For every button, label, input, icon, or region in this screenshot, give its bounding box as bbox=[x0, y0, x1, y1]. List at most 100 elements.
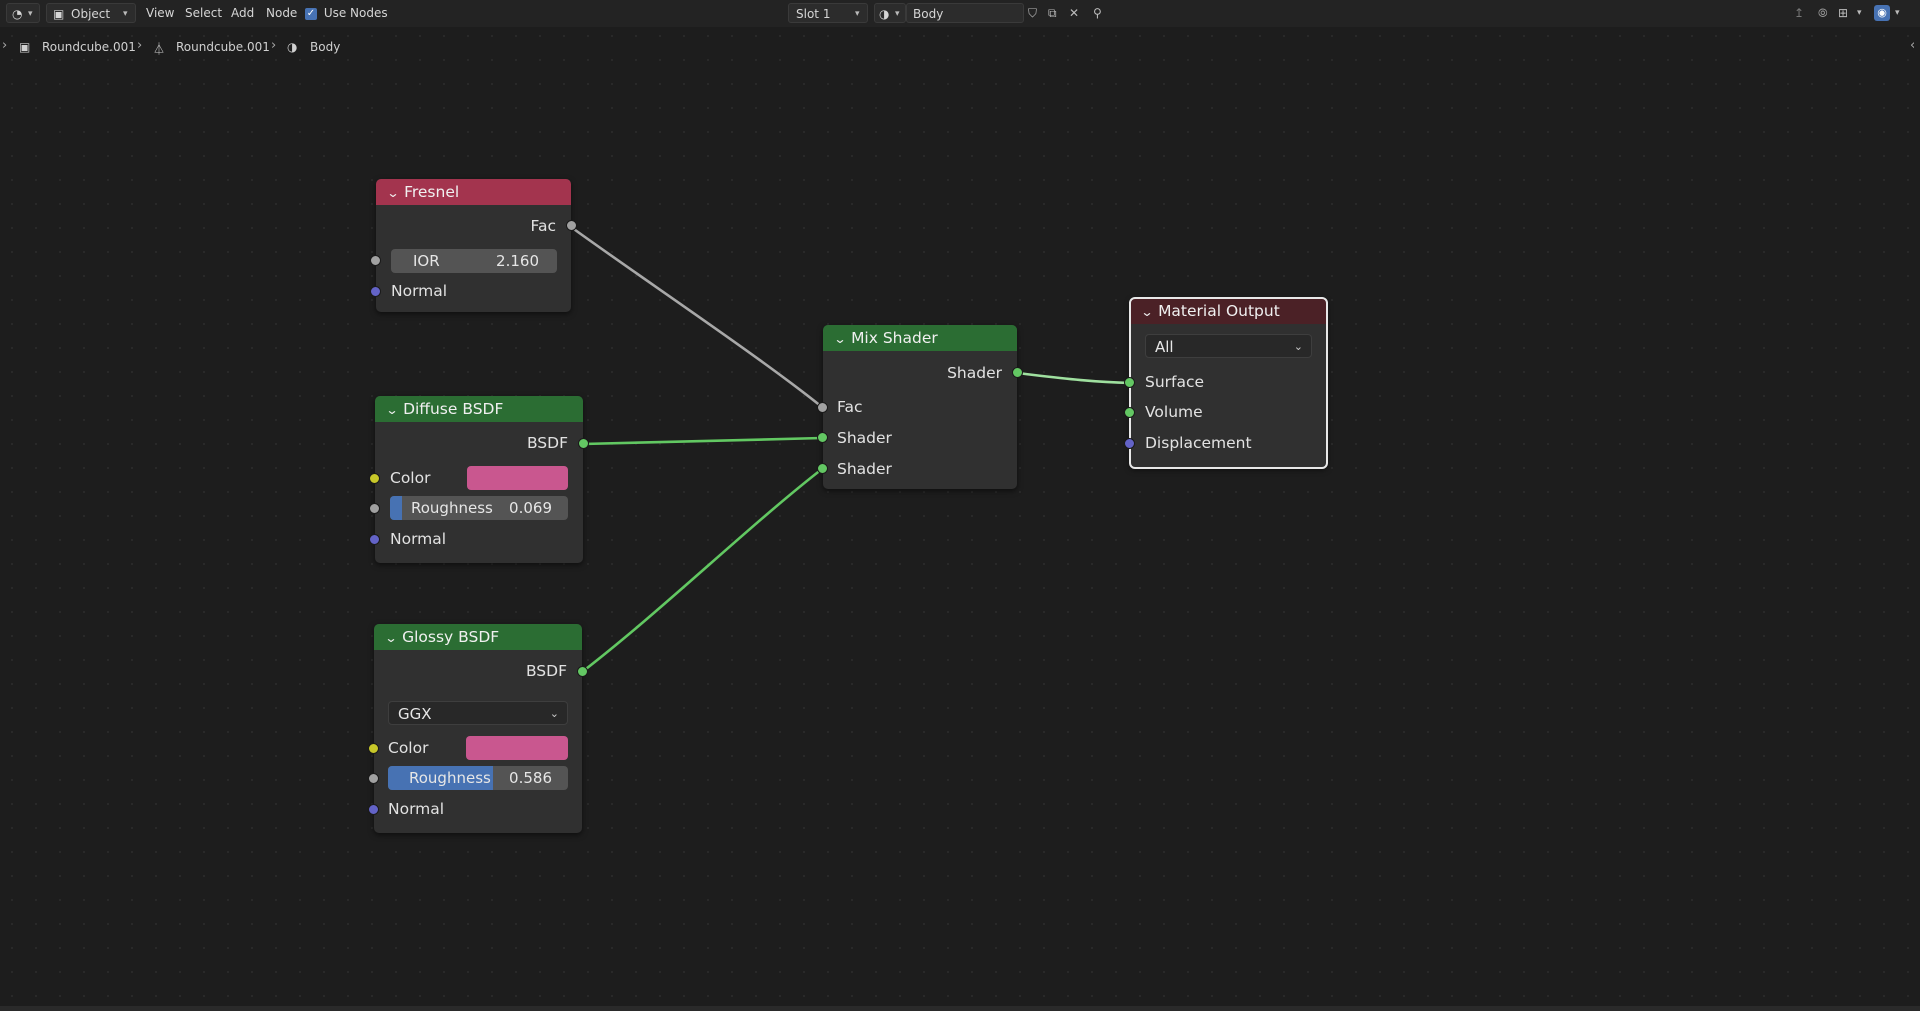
menu-select[interactable]: Select bbox=[185, 3, 222, 23]
node-header[interactable]: ⌄ Material Output bbox=[1130, 298, 1327, 324]
input-socket-ior[interactable] bbox=[370, 255, 381, 266]
header-bar: ◔ ▾ ▣ Object ▾ View Select Add Node ✓ Us… bbox=[0, 0, 1920, 27]
mix-shader-node[interactable]: ⌄ Mix Shader Shader Fac Shader Shader bbox=[817, 325, 1023, 489]
slot-dropdown[interactable]: Slot 1 ▾ bbox=[788, 3, 868, 23]
node-title: Glossy BSDF bbox=[402, 628, 500, 646]
duplicate-material-icon[interactable]: ⧉ bbox=[1048, 3, 1057, 23]
ior-field[interactable]: IOR 2.160 bbox=[391, 249, 557, 273]
normal-label: Normal bbox=[388, 800, 445, 818]
snap-grid-icon[interactable]: ⊞ bbox=[1838, 3, 1848, 23]
distribution-dropdown[interactable]: GGX ⌄ bbox=[388, 701, 568, 725]
material-output-node[interactable]: ⌄ Material Output All ⌄ Surface Volume Di… bbox=[1124, 297, 1328, 469]
roughness-value: 0.586 bbox=[509, 769, 552, 787]
collapse-chevron-icon[interactable]: ⌄ bbox=[1140, 299, 1153, 325]
node-links bbox=[570, 225, 1132, 674]
chevron-left-icon[interactable]: ‹ bbox=[1910, 38, 1915, 53]
output-socket-fac[interactable] bbox=[566, 220, 577, 231]
surface-label: Surface bbox=[1145, 373, 1205, 391]
glossy-bsdf-node[interactable]: ⌄ Glossy BSDF BSDF GGX ⌄ Color Roughness … bbox=[368, 624, 588, 833]
menu-node[interactable]: Node bbox=[266, 3, 297, 23]
input-socket-normal[interactable] bbox=[370, 286, 381, 297]
object-mode-icon: ▣ bbox=[53, 7, 65, 21]
mode-label: Object bbox=[71, 7, 111, 21]
input-socket-normal[interactable] bbox=[369, 534, 380, 545]
menu-view[interactable]: View bbox=[146, 3, 174, 23]
chevron-down-icon: ▾ bbox=[855, 9, 860, 19]
input-socket-displacement[interactable] bbox=[1124, 438, 1135, 449]
chevron-down-icon: ⌄ bbox=[549, 707, 559, 720]
collapse-chevron-icon[interactable]: ⌄ bbox=[833, 326, 846, 352]
chevron-down-icon: ▾ bbox=[28, 9, 33, 19]
node-header[interactable]: ⌄ Diffuse BSDF bbox=[375, 396, 583, 422]
input-socket-shader-1[interactable] bbox=[817, 432, 828, 443]
use-nodes-toggle[interactable]: ✓ Use Nodes bbox=[305, 3, 388, 23]
node-title: Diffuse BSDF bbox=[403, 400, 504, 418]
input-socket-roughness[interactable] bbox=[368, 773, 379, 784]
fresnel-node[interactable]: ⌄ Fresnel Fac IOR 2.160 Normal bbox=[370, 179, 577, 312]
shader1-label: Shader bbox=[837, 429, 892, 447]
object-icon: ▣ bbox=[19, 40, 31, 54]
node-editor-icon: ◔ bbox=[12, 7, 23, 21]
parent-node-tree-icon[interactable]: ↥ bbox=[1794, 3, 1804, 23]
chevron-down-icon: ⌄ bbox=[1293, 340, 1303, 353]
color-swatch[interactable] bbox=[467, 466, 568, 490]
input-socket-color[interactable] bbox=[369, 473, 380, 484]
color-label: Color bbox=[390, 469, 431, 487]
input-socket-volume[interactable] bbox=[1124, 407, 1135, 418]
collapse-chevron-icon[interactable]: ⌄ bbox=[385, 397, 398, 423]
material-browse-button[interactable]: ◑ ▾ bbox=[874, 3, 906, 23]
chevron-right-icon: › bbox=[2, 38, 8, 53]
collapse-chevron-icon[interactable]: ⌄ bbox=[384, 625, 397, 651]
material-sphere-icon: ◑ bbox=[287, 40, 298, 54]
output-shader-label: Shader bbox=[947, 364, 1002, 382]
input-socket-surface[interactable] bbox=[1124, 377, 1135, 388]
output-fac-label: Fac bbox=[530, 217, 556, 235]
input-socket-normal[interactable] bbox=[368, 804, 379, 815]
material-name-field[interactable]: Body bbox=[906, 3, 1024, 23]
input-socket-color[interactable] bbox=[368, 743, 379, 754]
color-swatch[interactable] bbox=[466, 736, 568, 760]
displacement-label: Displacement bbox=[1145, 434, 1252, 452]
output-bsdf-label: BSDF bbox=[526, 434, 568, 452]
collapse-chevron-icon[interactable]: ⌄ bbox=[386, 180, 399, 206]
fake-user-shield-icon[interactable]: ⛉ bbox=[1028, 3, 1037, 23]
unlink-close-icon[interactable]: ✕ bbox=[1069, 3, 1079, 23]
breadcrumb-material: Body bbox=[310, 40, 341, 54]
normal-label: Normal bbox=[390, 530, 447, 548]
bottom-scrollbar[interactable] bbox=[0, 1006, 1920, 1011]
roughness-field[interactable]: Roughness 0.069 bbox=[390, 496, 568, 520]
mode-dropdown[interactable]: ▣ Object ▾ bbox=[46, 3, 136, 23]
editor-type-dropdown[interactable]: ◔ ▾ bbox=[6, 3, 40, 23]
chevron-down-icon[interactable]: ▾ bbox=[1895, 3, 1900, 23]
output-bsdf-label: BSDF bbox=[525, 662, 567, 680]
roughness-value: 0.069 bbox=[509, 499, 552, 517]
breadcrumb-mesh: Roundcube.001 bbox=[176, 40, 270, 54]
node-header[interactable]: ⌄ Fresnel bbox=[376, 179, 571, 205]
output-socket-bsdf[interactable] bbox=[578, 438, 589, 449]
chevron-down-icon[interactable]: ▾ bbox=[1857, 3, 1862, 23]
chevron-right-icon: › bbox=[137, 38, 143, 53]
node-header[interactable]: ⌄ Glossy BSDF bbox=[374, 624, 582, 650]
diffuse-bsdf-node[interactable]: ⌄ Diffuse BSDF BSDF Color Roughness 0.069… bbox=[369, 396, 589, 563]
breadcrumb-object: Roundcube.001 bbox=[42, 40, 136, 54]
roughness-field[interactable]: Roughness 0.586 bbox=[388, 766, 568, 790]
output-socket-bsdf[interactable] bbox=[577, 666, 588, 677]
input-socket-fac[interactable] bbox=[817, 402, 828, 413]
link-glossy-to-mix-shader2 bbox=[581, 467, 823, 674]
menu-add[interactable]: Add bbox=[231, 3, 254, 23]
overlays-icon[interactable]: ◉ bbox=[1874, 5, 1890, 21]
use-nodes-label: Use Nodes bbox=[323, 6, 388, 20]
input-socket-roughness[interactable] bbox=[369, 503, 380, 514]
input-socket-shader-2[interactable] bbox=[817, 463, 828, 474]
node-title: Mix Shader bbox=[851, 329, 938, 347]
checkbox-checked-icon[interactable]: ✓ bbox=[305, 7, 317, 20]
snap-icon[interactable]: ⦾ bbox=[1818, 3, 1828, 23]
output-socket-shader[interactable] bbox=[1012, 367, 1023, 378]
color-label: Color bbox=[388, 739, 429, 757]
chevron-down-icon: ▾ bbox=[895, 9, 900, 19]
pin-icon[interactable]: ⚲ bbox=[1093, 3, 1102, 23]
target-dropdown[interactable]: All ⌄ bbox=[1145, 334, 1312, 358]
normal-label: Normal bbox=[391, 282, 448, 300]
node-header[interactable]: ⌄ Mix Shader bbox=[823, 325, 1017, 351]
node-title: Fresnel bbox=[404, 183, 460, 201]
